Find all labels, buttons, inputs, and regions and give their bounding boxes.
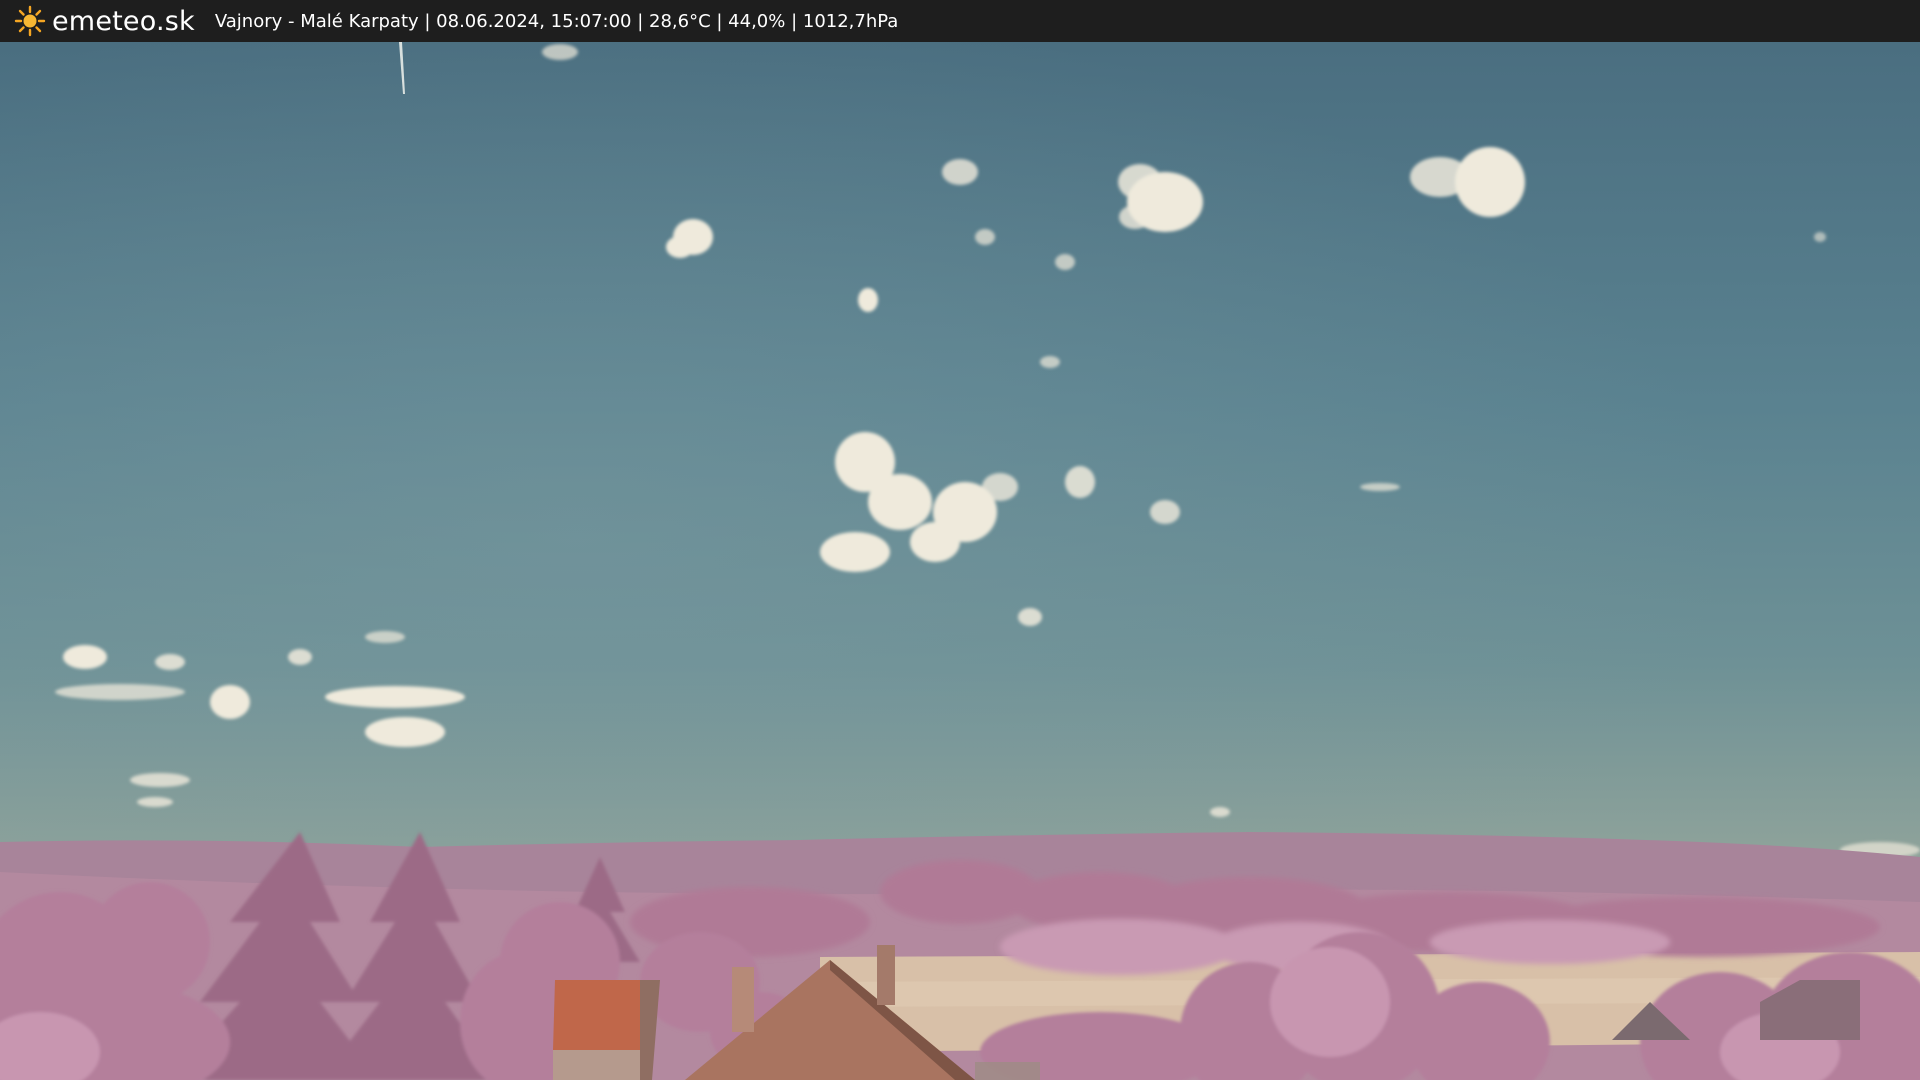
webcam-caption: Vajnory - Malé Karpaty | 08.06.2024, 15:… [214, 10, 899, 32]
logo[interactable]: emeteo.sk [14, 5, 195, 37]
brand-name: emeteo.sk [52, 5, 195, 37]
sun-icon [14, 5, 46, 37]
top-bar: emeteo.sk Vajnory - Malé Karpaty | 08.06… [0, 0, 1920, 42]
webcam-image [0, 42, 1920, 1080]
